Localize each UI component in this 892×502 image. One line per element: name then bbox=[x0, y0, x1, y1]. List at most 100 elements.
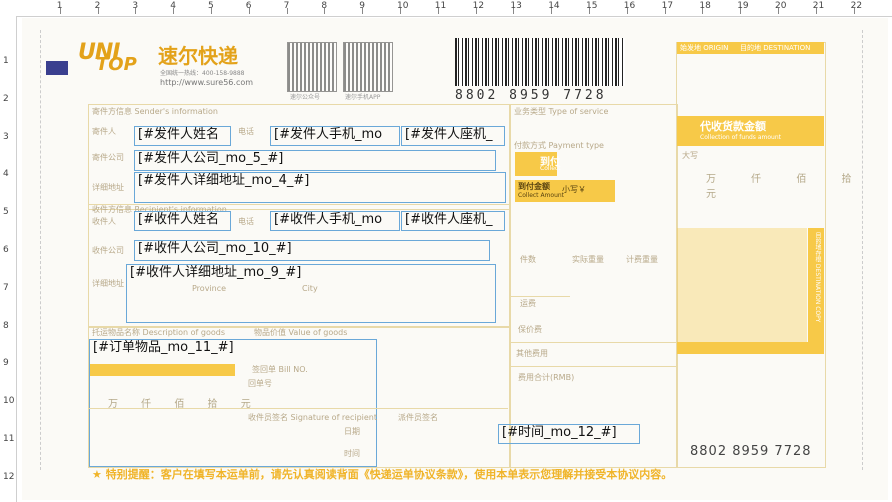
origin-label: 始发地 ORIGIN bbox=[680, 44, 729, 52]
perforation-right bbox=[862, 30, 863, 470]
recipient-mobile-field[interactable]: [#收件人手机_mo bbox=[270, 211, 400, 231]
time-field[interactable]: [#时间_mo_12_#] bbox=[498, 424, 640, 444]
ruler-number: 11 bbox=[3, 434, 15, 444]
ruler-number: 7 bbox=[283, 1, 290, 11]
website: http://www.sure56.com bbox=[160, 78, 254, 87]
sender-name-label: 寄件人 bbox=[92, 127, 116, 136]
hotline: 全国统一热线：400-158-9888 bbox=[160, 70, 245, 77]
ruler-number: 2 bbox=[94, 1, 101, 11]
sender-name-field[interactable]: [#发件人姓名 bbox=[134, 126, 231, 146]
ruler-number: 21 bbox=[812, 1, 825, 11]
logo-top: TOP bbox=[96, 54, 137, 75]
sender-company-field[interactable]: [#发件人公司_mo_5_#] bbox=[134, 150, 496, 171]
recipient-name-label: 收件人 bbox=[92, 217, 116, 226]
ruler-number: 8 bbox=[3, 320, 9, 331]
courier-signature-label: 收件员签名 Signature of recipient bbox=[248, 413, 378, 422]
goods-value-title: 物品价值 Value of goods bbox=[254, 328, 348, 337]
divider bbox=[510, 366, 676, 367]
cod-title: 代收货款金额 bbox=[700, 120, 766, 133]
waybill-number: 8802 8959 7728 bbox=[455, 88, 607, 103]
collect-amount-label: 到付金额 bbox=[518, 182, 550, 191]
payment-type-label: 付款方式 Payment type bbox=[514, 141, 604, 150]
other-fee-label: 其他费用 bbox=[516, 349, 548, 358]
ruler-number: 5 bbox=[3, 207, 9, 218]
left-ruler: 1 2 3 4 5 6 7 8 9 10 11 12 bbox=[0, 16, 17, 502]
recipient-landline-field[interactable]: [#收件人座机_ bbox=[401, 211, 505, 231]
cod-signature-bar bbox=[677, 342, 824, 354]
cod-upper-label: 大写 bbox=[682, 151, 698, 160]
ruler-number: 15 bbox=[586, 1, 598, 11]
volume-label: 计费重量 bbox=[626, 255, 658, 264]
sender-section-title: 寄件方信息 Sender's information bbox=[92, 107, 218, 116]
ruler-number: 13 bbox=[510, 1, 522, 11]
delivery-signature-label: 派件员签名 bbox=[398, 413, 438, 422]
ruler-number: 9 bbox=[359, 1, 365, 11]
waybill-number-bottom: 8802 8959 7728 bbox=[690, 444, 812, 459]
ruler-number: 17 bbox=[661, 1, 674, 11]
pieces-label: 件数 bbox=[520, 255, 536, 264]
ruler-number: 2 bbox=[3, 93, 9, 104]
ruler-number: 9 bbox=[3, 358, 9, 369]
ruler-number: 10 bbox=[397, 1, 409, 11]
ruler-number: 3 bbox=[3, 131, 9, 142]
bill-no-label: 回单号 bbox=[248, 379, 272, 388]
footer-notice-text: 特别提醒：客户在填写本运单前，请先认真阅读背面《快递运单协议条款》，使用本单表示… bbox=[105, 468, 673, 481]
registration-mark bbox=[46, 61, 68, 75]
ruler-number: 1 bbox=[3, 56, 9, 66]
footer-notice: ★ 特别提醒：客户在填写本运单前，请先认真阅读背面《快递运单协议条款》，使用本单… bbox=[92, 468, 673, 481]
ruler-number: 22 bbox=[850, 1, 863, 11]
ruler-number: 1 bbox=[56, 1, 63, 11]
collect-amount-en: Collect Amount bbox=[518, 192, 565, 199]
qr-caption: 速尔公众号 bbox=[290, 94, 321, 101]
recipient-company-field[interactable]: [#收件人公司_mo_10_#] bbox=[134, 240, 490, 261]
recipient-company-label: 收件公司 bbox=[92, 246, 124, 255]
divider bbox=[88, 408, 508, 409]
ruler-number: 5 bbox=[208, 1, 214, 11]
insurance-label: 保价费 bbox=[518, 325, 542, 334]
destination-label: 目的地 DESTINATION bbox=[740, 44, 811, 52]
ruler-number: 4 bbox=[170, 1, 176, 11]
sender-mobile-field[interactable]: [#发件人手机_mo bbox=[270, 126, 400, 146]
divider bbox=[510, 342, 676, 343]
sender-address-field[interactable]: [#发件人详细地址_mo_4_#] bbox=[134, 172, 506, 203]
date-label: 日期 bbox=[344, 427, 360, 436]
recipient-address-field[interactable]: [#收件人详细地址_mo_9_#] bbox=[126, 264, 496, 323]
ruler-number: 4 bbox=[3, 169, 9, 180]
weight-label: 实际重量 bbox=[572, 255, 604, 264]
ruler-number: 18 bbox=[699, 1, 711, 11]
goods-section-title: 托运物品名称 Description of goods bbox=[92, 328, 226, 337]
ruler-number: 10 bbox=[3, 396, 15, 407]
divider bbox=[510, 296, 570, 297]
ruler-number: 7 bbox=[3, 282, 9, 293]
copy-label: 目的地存根 DESTINATION COPY bbox=[814, 232, 821, 323]
recipient-address-label: 详细地址 bbox=[92, 279, 124, 288]
sender-landline-field[interactable]: [#发件人座机_ bbox=[401, 126, 505, 146]
qr-code-icon bbox=[287, 42, 337, 92]
time-label: 时间 bbox=[344, 449, 360, 458]
ruler-number: 11 bbox=[434, 1, 447, 11]
sender-company-label: 寄件公司 bbox=[92, 153, 124, 162]
collect-en: Collect bbox=[540, 165, 561, 172]
cod-subtitle: Collection of funds amount bbox=[700, 134, 781, 141]
insure-bar bbox=[90, 364, 235, 376]
barcode-icon bbox=[455, 38, 625, 86]
sender-address-label: 详细地址 bbox=[92, 183, 124, 192]
top-ruler: 1 2 3 4 5 6 7 8 9 10 11 12 13 14 15 16 17 18 19 20 21 22 bbox=[0, 0, 892, 17]
ruler-number: 3 bbox=[132, 1, 139, 11]
small-write-label: 小写￥ bbox=[562, 185, 586, 194]
ruler-number: 12 bbox=[3, 471, 15, 482]
ruler-number: 6 bbox=[3, 245, 9, 255]
ruler-number: 16 bbox=[623, 1, 636, 11]
recipient-name-field[interactable]: [#收件人姓名 bbox=[134, 211, 231, 231]
ruler-number: 19 bbox=[737, 1, 749, 11]
qr-caption: 速尔手机APP bbox=[345, 94, 381, 101]
cod-amount-words: 万 仟 佰 拾 元 bbox=[706, 174, 868, 200]
sign-bill-label: 签回单 Bill NO. bbox=[252, 365, 308, 374]
cod-terms-area bbox=[677, 228, 807, 352]
perforation-left bbox=[40, 30, 41, 470]
ruler-number: 20 bbox=[775, 1, 787, 11]
brand-name: 速尔快递 bbox=[158, 44, 238, 68]
ruler-number: 8 bbox=[321, 1, 328, 11]
freight-label: 运费 bbox=[520, 299, 536, 308]
ruler-number: 12 bbox=[472, 1, 485, 11]
